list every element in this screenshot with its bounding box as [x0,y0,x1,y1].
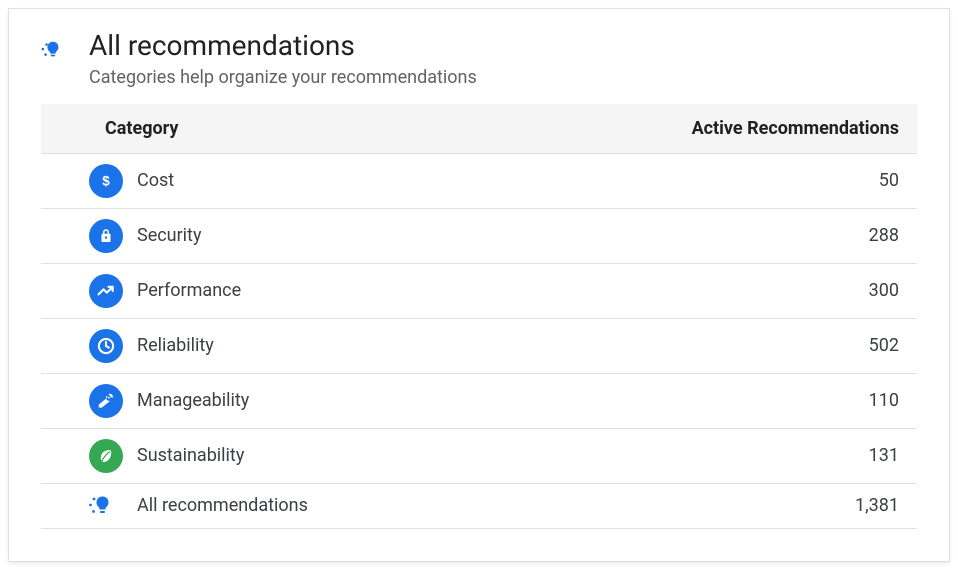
svg-text:$: $ [102,173,110,188]
table-row[interactable]: Reliability502 [41,319,917,374]
recommendation-count: 502 [869,335,917,356]
category-label: Sustainability [137,445,869,466]
table-row[interactable]: Security288 [41,209,917,264]
recommendation-count: 131 [869,445,917,466]
lock-icon [89,219,123,253]
category-label: Reliability [137,335,869,356]
category-label: All recommendations [137,495,855,516]
recommendations-table: Category Active Recommendations $ Cost50 S… [41,104,917,529]
clock-icon [89,329,123,363]
category-label: Cost [137,170,879,191]
table-row[interactable]: Performance300 [41,264,917,319]
recommendation-count: 1,381 [855,495,917,516]
recommendation-count: 300 [869,280,917,301]
lightbulb-spark-icon [89,494,137,518]
table-row[interactable]: $ Cost50 [41,154,917,209]
page-subtitle: Categories help organize your recommenda… [89,67,917,88]
column-header-count: Active Recommendations [692,118,917,139]
category-label: Performance [137,280,869,301]
category-label: Manageability [137,390,869,411]
table-row[interactable]: All recommendations1,381 [41,484,917,529]
recommendation-count: 288 [869,225,917,246]
dollar-icon: $ [89,164,123,198]
recommendation-count: 50 [879,170,917,191]
page-title: All recommendations [89,29,917,63]
trend-icon [89,274,123,308]
table-row[interactable]: Manageability110 [41,374,917,429]
table-row[interactable]: Sustainability131 [41,429,917,484]
recommendation-count: 110 [869,390,917,411]
column-header-category: Category [41,118,692,139]
table-header-row: Category Active Recommendations [41,104,917,154]
leaf-icon [89,439,123,473]
lightbulb-spark-icon [41,39,73,61]
recommendations-card: All recommendations Categories help orga… [8,8,950,562]
wrench-icon [89,384,123,418]
card-header: All recommendations Categories help orga… [9,9,949,104]
category-label: Security [137,225,869,246]
